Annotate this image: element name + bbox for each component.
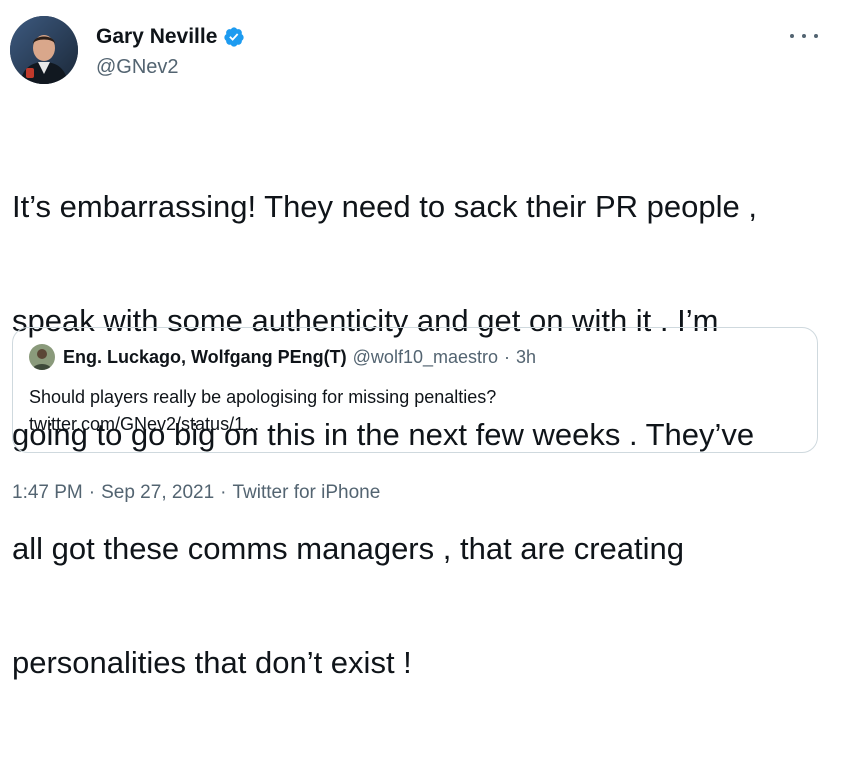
tweet-date[interactable]: Sep 27, 2021: [101, 482, 214, 503]
author-avatar[interactable]: [10, 16, 78, 84]
verified-badge-icon: [223, 26, 245, 48]
tweet-timestamp: 1:47 PM · Sep 27, 2021 · Twitter for iPhone: [12, 481, 380, 505]
separator-dot: ·: [88, 482, 96, 503]
more-options-icon[interactable]: [790, 26, 818, 46]
author-name[interactable]: Gary Neville: [96, 24, 245, 50]
quoted-tweet-body: Should players really be apologising for…: [29, 384, 496, 438]
quoted-author-handle[interactable]: @wolf10_maestro: [353, 345, 498, 369]
tweet: Gary Neville @GNev2 It’s embarrassing! T…: [0, 0, 842, 680]
tweet-source[interactable]: Twitter for iPhone: [232, 482, 380, 503]
separator-dot: ·: [220, 482, 227, 503]
quoted-tweet[interactable]: Eng. Luckago, Wolfgang PEng(T) @wolf10_m…: [12, 327, 818, 453]
quoted-tweet-link[interactable]: twitter.com/GNev2/status/1...: [29, 411, 496, 438]
author-handle[interactable]: @GNev2: [96, 55, 179, 79]
more-dot: [814, 34, 818, 38]
quoted-tweet-text: Should players really be apologising for…: [29, 387, 497, 407]
tweet-text-line: It’s embarrassing! They need to sack the…: [12, 189, 757, 224]
quoted-author-name[interactable]: Eng. Luckago, Wolfgang PEng(T): [63, 345, 347, 369]
more-dot: [790, 34, 794, 38]
quoted-author-avatar[interactable]: [29, 344, 55, 370]
tweet-time[interactable]: 1:47 PM: [12, 482, 83, 503]
tweet-text-line: personalities that don’t exist !: [12, 645, 412, 680]
more-dot: [802, 34, 806, 38]
author-name-text[interactable]: Gary Neville: [96, 24, 217, 50]
tweet-text-line: all got these comms managers , that are …: [12, 531, 684, 566]
quoted-tweet-age: 3h: [516, 347, 537, 367]
quoted-tweet-header: Eng. Luckago, Wolfgang PEng(T) @wolf10_m…: [29, 344, 536, 370]
separator-dot: ·: [504, 347, 510, 367]
